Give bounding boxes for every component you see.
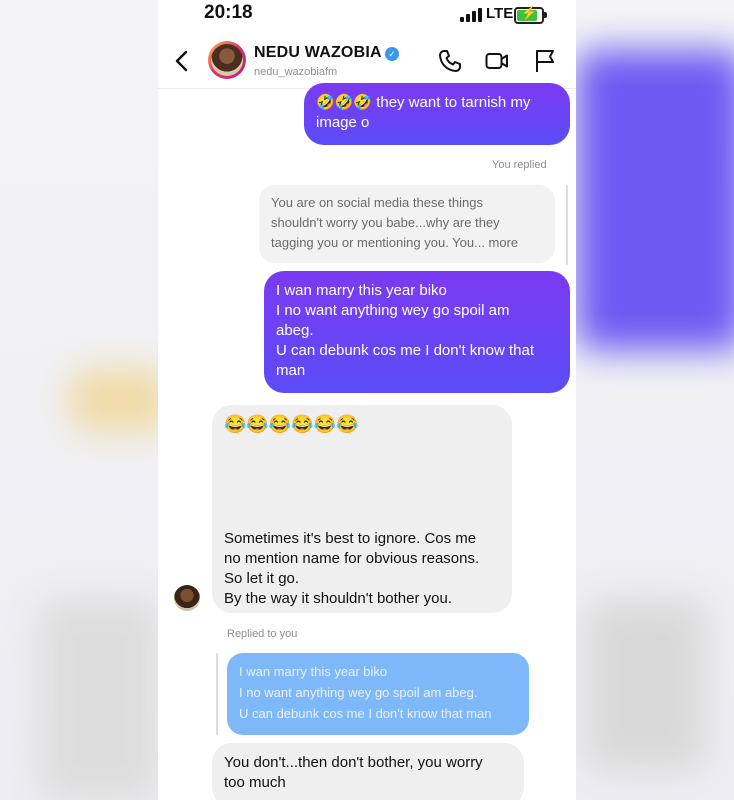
back-chevron-icon[interactable] [172, 50, 192, 72]
message-text: abeg. [276, 322, 314, 339]
phone-screen: 20:18 LTE ⚡ NEDU WAZOBIA ✓ nedu_wazobiaf… [158, 0, 576, 800]
quote-bar [216, 653, 218, 735]
you-replied-label: You replied [492, 159, 547, 171]
video-call-icon[interactable] [484, 48, 510, 74]
avatar[interactable] [208, 41, 246, 79]
quoted-line: I no want anything wey go spoil am abeg. [239, 685, 478, 700]
received-message[interactable]: You don't...then don't bother, you worry… [212, 743, 524, 800]
network-type: LTE [486, 5, 514, 22]
signal-bars-icon [460, 8, 484, 22]
quoted-line: U can debunk cos me I don't know that ma… [239, 706, 492, 721]
phone-call-icon[interactable] [437, 48, 463, 74]
message-text: Sometimes it's best to ignore. Cos me [224, 530, 477, 547]
contact-name[interactable]: NEDU WAZOBIA [254, 44, 382, 62]
message-text: too much [224, 774, 286, 791]
message-text: man [276, 362, 306, 379]
quoted-line: I wan marry this year biko [239, 664, 388, 679]
blurred-backdrop-left [0, 0, 158, 800]
message-text: they want to tarnish my [376, 94, 531, 111]
contact-handle: nedu_wazobiafm [254, 66, 338, 78]
message-text: So let it go. [224, 570, 300, 587]
chat-header: NEDU WAZOBIA ✓ nedu_wazobiafm [158, 30, 576, 89]
backdrop-blob [586, 600, 706, 770]
message-text: U can debunk cos me I don't know that [276, 342, 535, 359]
quoted-line: tagging you or mentioning you. You... mo… [271, 235, 519, 250]
battery-nub [544, 12, 547, 18]
message-text: image o [316, 114, 370, 131]
message-text: I no want anything wey go spoil am [276, 302, 510, 319]
backdrop-blob [576, 50, 734, 350]
charging-bolt-icon: ⚡ [521, 5, 538, 20]
message-emoji: 🤣🤣🤣 [316, 94, 373, 111]
sent-message[interactable]: 🤣🤣🤣 they want to tarnish my image o [304, 83, 570, 145]
message-text: By the way it shouldn't bother you. [224, 590, 452, 607]
received-message[interactable]: 😂😂😂😂😂😂 Sometimes it's best to ignore. Co… [212, 405, 512, 613]
message-text: no mention name for obvious reasons. [224, 550, 480, 567]
sent-message[interactable]: I wan marry this year biko I no want any… [264, 271, 570, 393]
backdrop-blob [70, 370, 158, 430]
quote-bar [566, 185, 568, 265]
message-emoji: 😂😂😂😂😂😂 [224, 414, 359, 434]
status-time: 20:18 [204, 2, 253, 23]
replied-to-you-label: Replied to you [227, 628, 298, 640]
status-bar: 20:18 LTE ⚡ [158, 0, 576, 30]
message-text: I wan marry this year biko [276, 282, 447, 299]
verified-badge-icon: ✓ [385, 47, 399, 61]
quoted-reply[interactable]: I wan marry this year biko I no want any… [227, 653, 529, 735]
flag-icon[interactable] [532, 48, 558, 74]
sender-avatar[interactable] [174, 585, 200, 611]
message-thread: 🤣🤣🤣 they want to tarnish my image o You … [158, 83, 576, 800]
quoted-line: shouldn't worry you babe...why are they [271, 215, 500, 230]
message-text: You don't...then don't bother, you worry [224, 754, 483, 771]
quoted-line: You are on social media these things [271, 195, 483, 210]
backdrop-blob [40, 600, 158, 800]
quoted-reply[interactable]: You are on social media these things sho… [259, 185, 555, 263]
blurred-backdrop-right [576, 0, 734, 800]
